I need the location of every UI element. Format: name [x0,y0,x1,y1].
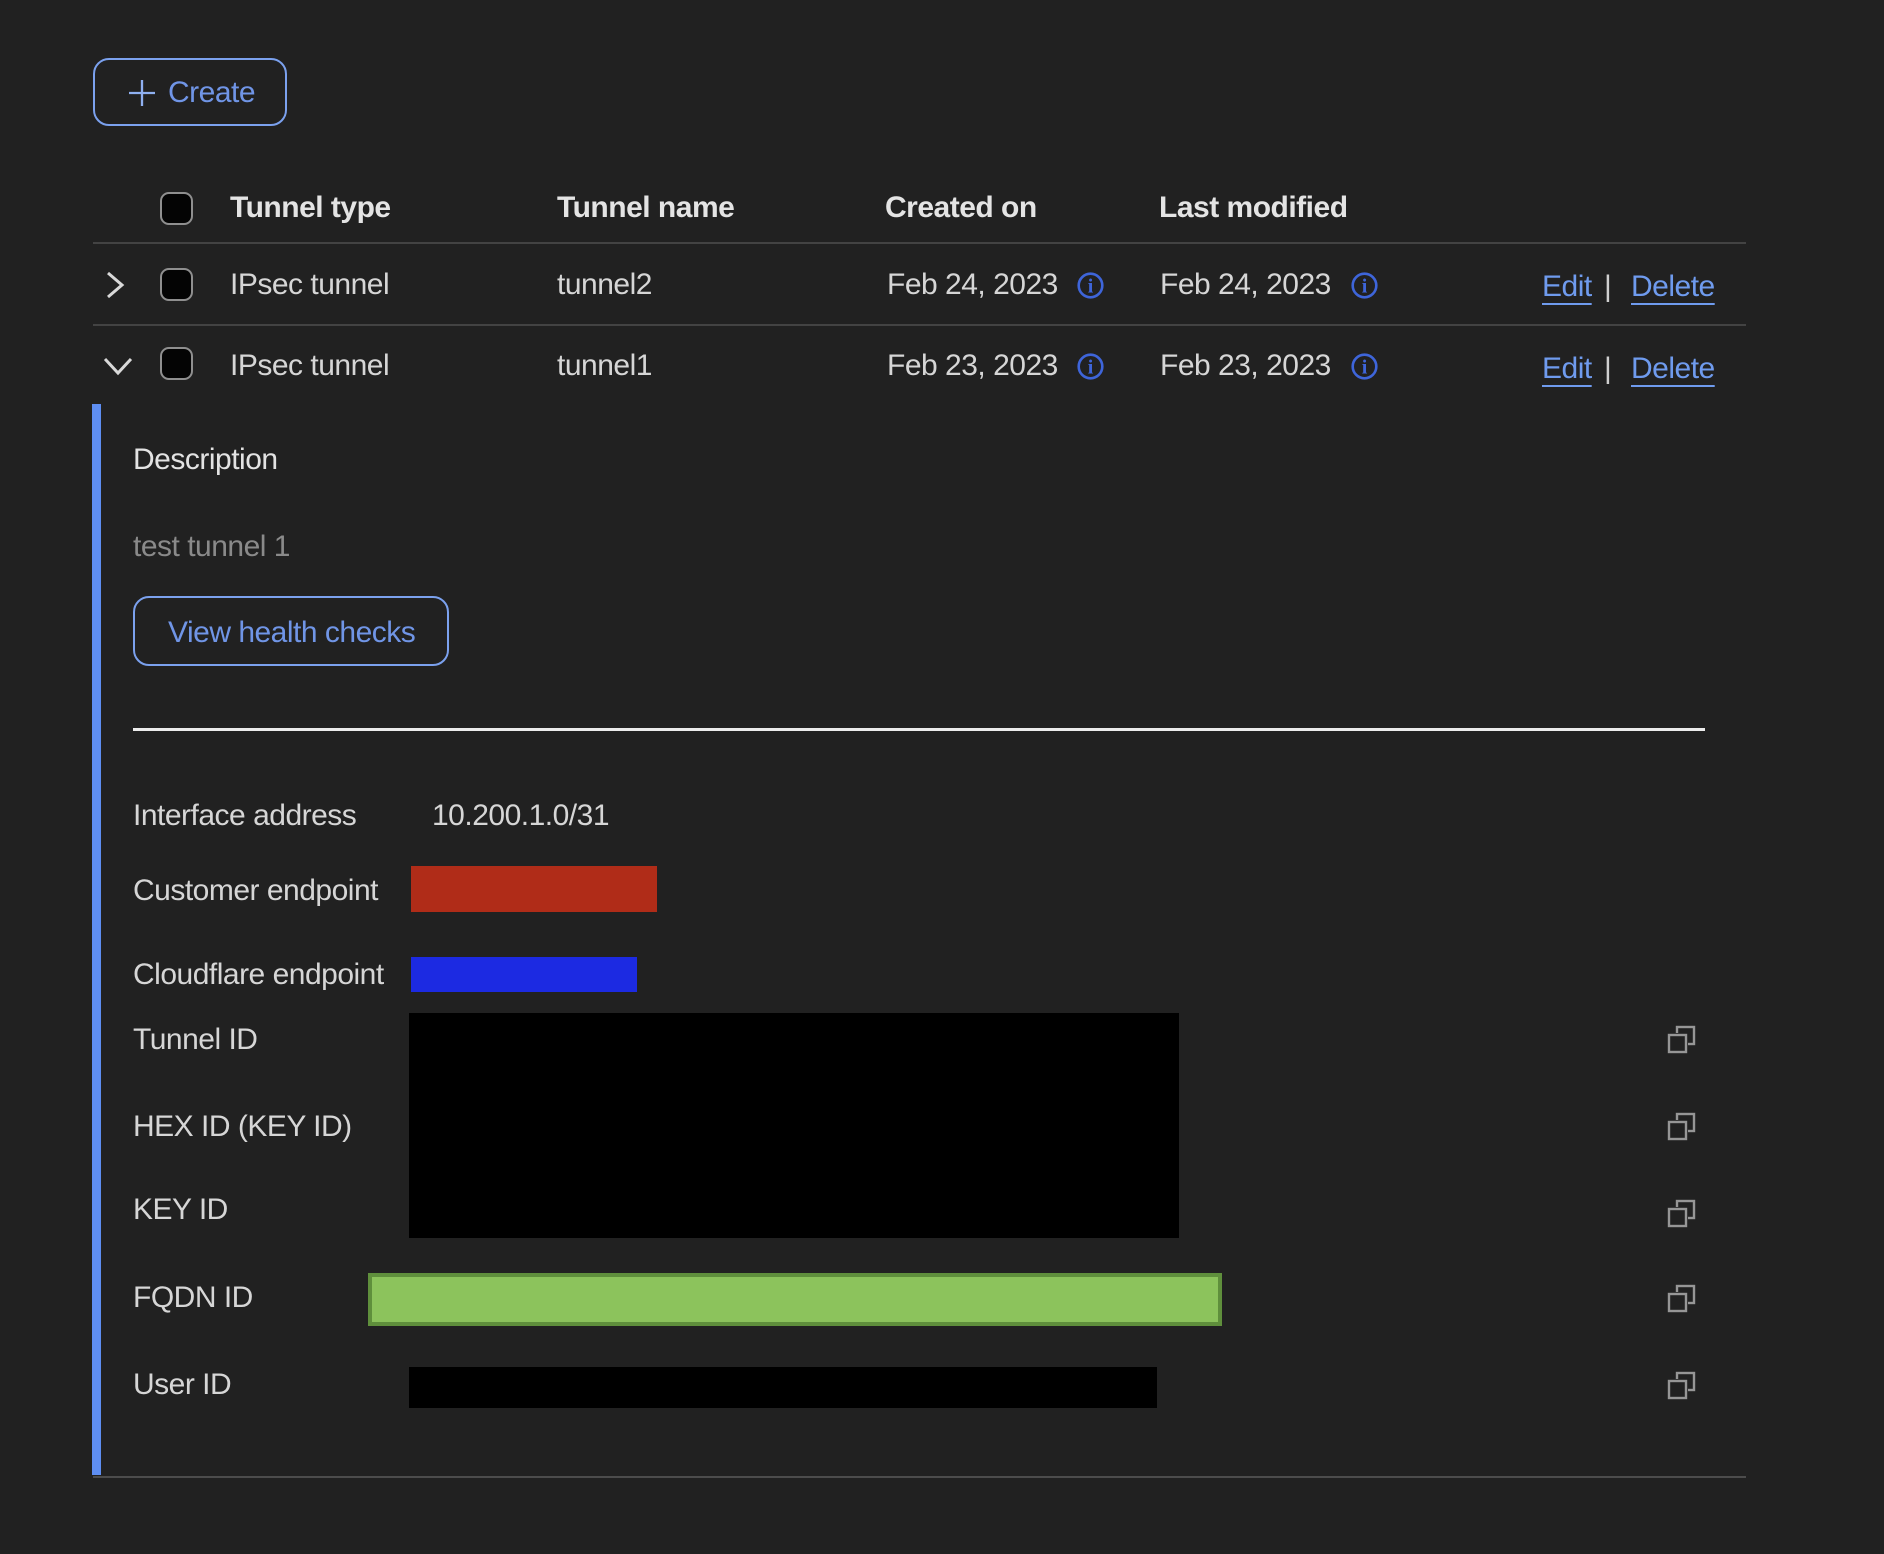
svg-text:i: i [1362,276,1368,298]
svg-text:i: i [1088,357,1094,379]
svg-text:i: i [1362,357,1368,379]
svg-text:i: i [1088,276,1094,298]
